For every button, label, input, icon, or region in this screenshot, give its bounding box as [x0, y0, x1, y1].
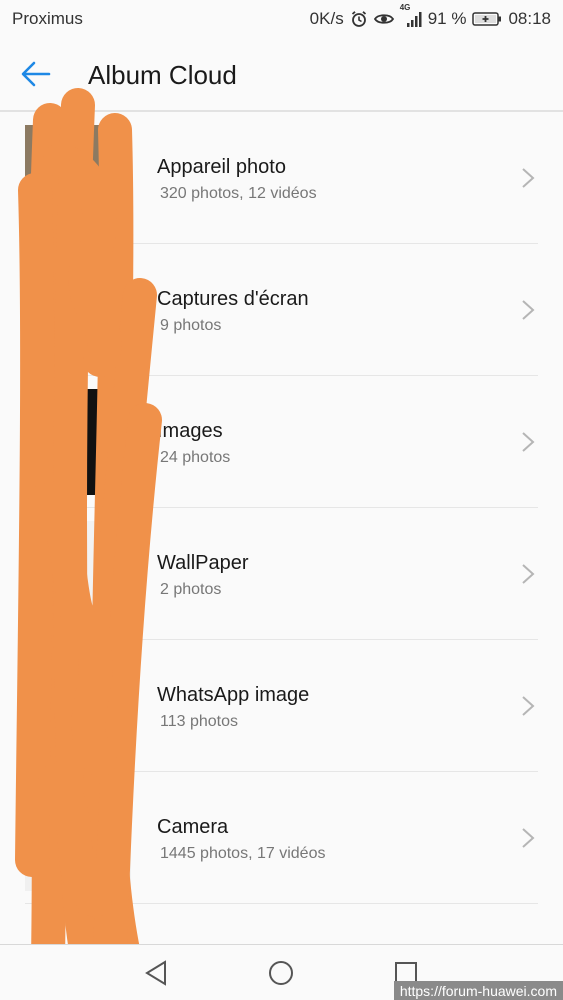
album-thumbnail	[25, 653, 131, 759]
back-arrow-icon	[21, 61, 51, 87]
album-count: 9 photos	[160, 317, 222, 334]
chevron-right-icon	[522, 828, 535, 848]
album-name: WallPaper	[157, 552, 249, 574]
app-bar: Album Cloud	[0, 38, 563, 112]
battery-percent: 91 %	[427, 9, 467, 28]
battery-icon	[472, 11, 502, 27]
album-count: 2 photos	[160, 581, 222, 598]
album-thumbnail	[25, 521, 131, 627]
status-right: 0K/s 4G 91 % 08:18	[309, 3, 551, 29]
network-speed: 0K/s	[309, 9, 344, 28]
chevron-right-icon	[522, 564, 535, 584]
signal-icon: 4G	[400, 3, 422, 27]
chevron-right-icon	[522, 696, 535, 716]
album-thumbnail	[25, 785, 131, 891]
album-name: Captures d'écran	[157, 288, 309, 310]
album-row-wallpaper[interactable]: WallPaper 2 photos	[0, 508, 563, 640]
back-button[interactable]	[16, 54, 56, 94]
album-list: Appareil photo 320 photos, 12 vidéos Cap…	[0, 112, 563, 904]
album-row-captures[interactable]: Captures d'écran 9 photos	[0, 244, 563, 376]
carrier-label: Proximus	[12, 9, 83, 28]
album-name: Camera	[157, 816, 229, 838]
screen: Proximus 0K/s 4G 91 % 08:18 Album Cloud …	[0, 0, 563, 1000]
clock: 08:18	[508, 9, 551, 28]
album-name: Appareil photo	[157, 156, 286, 178]
album-count: 1445 photos, 17 vidéos	[160, 845, 326, 862]
eye-icon	[373, 11, 394, 27]
nav-back-button[interactable]	[142, 959, 170, 987]
album-count: 320 photos, 12 vidéos	[160, 185, 317, 202]
album-row-camera[interactable]: Camera 1445 photos, 17 vidéos	[0, 772, 563, 904]
album-row-appareil-photo[interactable]: Appareil photo 320 photos, 12 vidéos	[0, 112, 563, 244]
network-type-label: 4G	[399, 3, 411, 12]
nav-back-icon	[145, 960, 166, 986]
album-name: Images	[157, 420, 223, 442]
watermark: https://forum-huawei.com	[393, 981, 563, 1000]
nav-home-icon	[269, 961, 293, 985]
navigation-bar: https://forum-huawei.com	[0, 944, 563, 1000]
album-thumbnail	[25, 125, 131, 231]
album-count: 113 photos	[160, 713, 238, 730]
alarm-icon	[350, 10, 368, 28]
album-name: WhatsApp image	[157, 684, 310, 706]
nav-home-button[interactable]	[267, 959, 295, 987]
album-thumbnail	[25, 257, 131, 363]
chevron-right-icon	[522, 300, 535, 320]
page-title: Album Cloud	[88, 60, 237, 90]
chevron-right-icon	[522, 168, 535, 188]
status-bar: Proximus 0K/s 4G 91 % 08:18	[0, 0, 563, 38]
album-row-images[interactable]: Images 24 photos	[0, 376, 563, 508]
chevron-right-icon	[522, 432, 535, 452]
album-row-whatsapp[interactable]: WhatsApp image 113 photos	[0, 640, 563, 772]
album-count: 24 photos	[160, 449, 231, 466]
album-thumbnail	[25, 389, 131, 495]
